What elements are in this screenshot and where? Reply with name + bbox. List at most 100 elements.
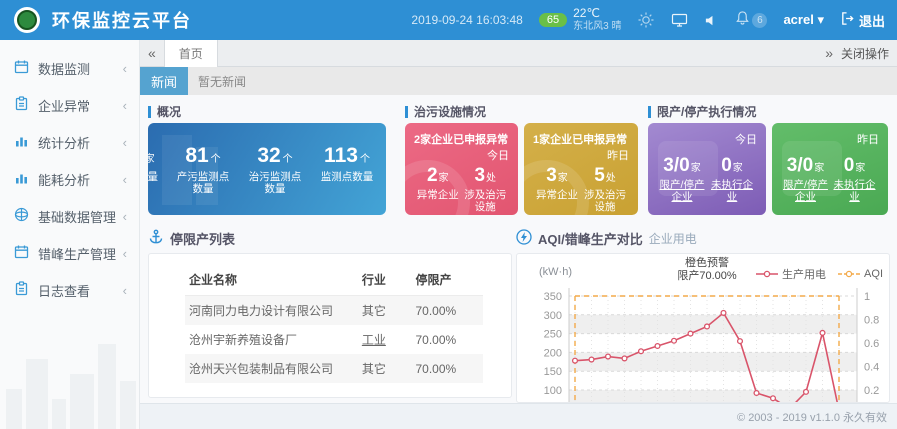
chevron-left-icon: ‹ bbox=[123, 209, 127, 224]
aqi-badge: 65 bbox=[539, 13, 567, 27]
city-skyline-watermark bbox=[0, 334, 140, 429]
production-yesterday-card[interactable]: 昨日 3/0家 限产/停产企业 0家 未执行企业 bbox=[772, 123, 888, 215]
production-today-card[interactable]: 今日 3/0家 限产/停产企业 0家 未执行企业 bbox=[648, 123, 766, 215]
svg-text:0.2: 0.2 bbox=[864, 385, 879, 397]
treatment-headline-link[interactable]: 2家企业已申报异常 bbox=[414, 131, 509, 147]
stat-treatment-points: 32个 治污监测点数量 bbox=[244, 144, 306, 195]
stat-monitor-points: 113个 监测点数量 bbox=[316, 144, 378, 195]
svg-text:250: 250 bbox=[544, 329, 562, 341]
tab-bar: « 首页 » 关闭操作 bbox=[140, 40, 897, 67]
stat-limited-enterprises: 3/0家 限产/停产企业 bbox=[657, 155, 707, 203]
close-operations-menu[interactable]: 关闭操作 bbox=[841, 45, 897, 62]
tabs-scroll-right-icon[interactable]: » bbox=[817, 45, 841, 61]
stop-limit-table-panel: 企业名称 行业 停限产 河南同力电力设计有限公司 其它 70.00% 沧州宇新养… bbox=[148, 253, 512, 398]
anchor-icon bbox=[148, 229, 170, 248]
chevron-left-icon: ‹ bbox=[123, 172, 127, 187]
header-bar: 环保监控云平台 2019-09-24 16:03:48 65 22℃ 东北风3 … bbox=[0, 0, 897, 40]
news-tab[interactable]: 新闻 bbox=[140, 67, 188, 95]
app-title: 环保监控云平台 bbox=[52, 7, 192, 33]
sidebar-item-data-monitoring[interactable]: 数据监测‹ bbox=[0, 50, 139, 87]
notifications[interactable]: 6 bbox=[735, 10, 767, 30]
dashboard-content: 概况 治污设施情况 限产/停产执行情况 19家 企业数量 bbox=[140, 95, 897, 403]
stat-abnormal-enterprises: 2家 异常企业 bbox=[414, 165, 462, 213]
stop-limit-table: 企业名称 行业 停限产 河南同力电力设计有限公司 其它 70.00% 沧州宇新养… bbox=[185, 264, 483, 383]
bell-icon bbox=[735, 10, 750, 30]
monitor-icon[interactable] bbox=[671, 12, 688, 28]
svg-text:0.8: 0.8 bbox=[864, 315, 879, 327]
chevron-left-icon: ‹ bbox=[123, 98, 127, 113]
section-title-overview: 概况 bbox=[148, 103, 181, 120]
user-menu[interactable]: acrel ▾ bbox=[783, 12, 824, 28]
svg-text:1: 1 bbox=[864, 291, 870, 303]
logout-icon bbox=[840, 11, 855, 29]
calendar-icon bbox=[14, 59, 29, 79]
stat-noncompliant-enterprises: 0家 未执行企业 bbox=[830, 155, 879, 203]
sidebar-item-energy-analysis[interactable]: 能耗分析‹ bbox=[0, 161, 139, 198]
tabs-scroll-left-icon[interactable]: « bbox=[140, 45, 164, 61]
bar-chart-icon bbox=[14, 170, 29, 190]
tab-home[interactable]: 首页 bbox=[164, 40, 218, 67]
news-bar: 新闻 暂无新闻 bbox=[140, 67, 897, 95]
chevron-left-icon: ‹ bbox=[123, 283, 127, 298]
chart-legend: 生产用电 AQI bbox=[756, 266, 883, 282]
svg-text:350: 350 bbox=[544, 291, 562, 303]
table-row: 沧州宇新养殖设备厂 工业 70.00% bbox=[185, 325, 483, 354]
col-industry: 行业 bbox=[358, 264, 412, 296]
chevron-left-icon: ‹ bbox=[123, 246, 127, 261]
section-title-production: 限产/停产执行情况 bbox=[648, 103, 756, 120]
col-enterprise-name: 企业名称 bbox=[185, 264, 358, 296]
sidebar: 数据监测‹ 企业异常‹ 统计分析‹ 能耗分析‹ 基础数据管理‹ 错峰生产管理‹ … bbox=[0, 40, 140, 429]
stat-noncompliant-enterprises: 0家 未执行企业 bbox=[707, 155, 757, 203]
speaker-icon[interactable] bbox=[704, 13, 719, 28]
section-accent bbox=[648, 106, 651, 118]
stat-enterprise-count: 19家 企业数量 bbox=[148, 144, 162, 195]
datetime: 2019-09-24 16:03:48 bbox=[411, 13, 522, 27]
svg-text:200: 200 bbox=[544, 347, 562, 359]
col-stop-limit: 停限产 bbox=[411, 264, 483, 296]
svg-text:100: 100 bbox=[544, 385, 562, 397]
sidebar-item-logs[interactable]: 日志查看‹ bbox=[0, 272, 139, 309]
sidebar-item-statistics[interactable]: 统计分析‹ bbox=[0, 124, 139, 161]
limited-enterprises-link[interactable]: 限产/停产企业 bbox=[781, 179, 830, 203]
globe-icon bbox=[14, 207, 29, 227]
weather-widget: 65 22℃ 东北风3 晴 bbox=[539, 7, 622, 33]
main-area: « 首页 » 关闭操作 新闻 暂无新闻 概况 治污设施情况 限产/停产执行情况 bbox=[140, 40, 897, 429]
stat-limited-enterprises: 3/0家 限产/停产企业 bbox=[781, 155, 830, 203]
wind-condition: 东北风3 晴 bbox=[573, 21, 621, 33]
aqi-chart-panel: 35030025020015010010.80.60.40.2 (kW·h) 橙… bbox=[516, 253, 890, 403]
notification-count-badge: 6 bbox=[752, 13, 767, 28]
treatment-headline-link[interactable]: 1家企业已申报异常 bbox=[533, 131, 629, 147]
news-message: 暂无新闻 bbox=[198, 73, 246, 90]
svg-text:0.4: 0.4 bbox=[864, 362, 879, 374]
noncompliant-enterprises-link[interactable]: 未执行企业 bbox=[830, 179, 879, 203]
limited-enterprises-link[interactable]: 限产/停产企业 bbox=[657, 179, 707, 203]
legend-production-power[interactable]: 生产用电 bbox=[756, 266, 826, 282]
footer-bar: © 2003 - 2019 v1.1.0 永久有效 bbox=[140, 403, 897, 429]
bar-chart-icon bbox=[14, 133, 29, 153]
overview-stats-card: 19家 企业数量 81个 产污监测点数量 32个 治污监测点数量 113个 监测… bbox=[148, 123, 386, 215]
stat-facilities-involved: 3处 涉及治污设施 bbox=[462, 165, 510, 213]
lightning-circle-icon bbox=[516, 229, 538, 248]
chart-subtitle: 企业用电 bbox=[649, 230, 697, 247]
section-title-stop-limit-list: 停限产列表 bbox=[148, 229, 235, 248]
sidebar-item-peak-production[interactable]: 错峰生产管理‹ bbox=[0, 235, 139, 272]
legend-aqi[interactable]: AQI bbox=[838, 268, 883, 280]
industry-link[interactable]: 工业 bbox=[358, 325, 412, 354]
sidebar-item-enterprise-anomaly[interactable]: 企业异常‹ bbox=[0, 87, 139, 124]
treatment-yesterday-card[interactable]: 1家企业已申报异常 昨日 3家 异常企业 5处 涉及治污设施 bbox=[524, 123, 638, 215]
y-axis-unit-label: (kW·h) bbox=[539, 266, 572, 278]
platform-logo-icon bbox=[14, 7, 40, 33]
sun-icon bbox=[637, 11, 655, 29]
stat-facilities-involved: 5处 涉及治污设施 bbox=[581, 165, 629, 213]
noncompliant-enterprises-link[interactable]: 未执行企业 bbox=[707, 179, 757, 203]
stat-abnormal-enterprises: 3家 异常企业 bbox=[533, 165, 581, 213]
stat-pollution-points: 81个 产污监测点数量 bbox=[172, 144, 234, 195]
logout-button[interactable]: 退出 bbox=[840, 11, 885, 30]
sidebar-item-base-data[interactable]: 基础数据管理‹ bbox=[0, 198, 139, 235]
app-window: 环保监控云平台 2019-09-24 16:03:48 65 22℃ 东北风3 … bbox=[0, 0, 897, 429]
copyright-text: © 2003 - 2019 v1.1.0 永久有效 bbox=[737, 409, 887, 425]
section-accent bbox=[148, 106, 151, 118]
clipboard-icon bbox=[14, 96, 29, 116]
treatment-today-card[interactable]: 2家企业已申报异常 今日 2家 异常企业 3处 涉及治污设施 bbox=[405, 123, 518, 215]
svg-text:150: 150 bbox=[544, 366, 562, 378]
